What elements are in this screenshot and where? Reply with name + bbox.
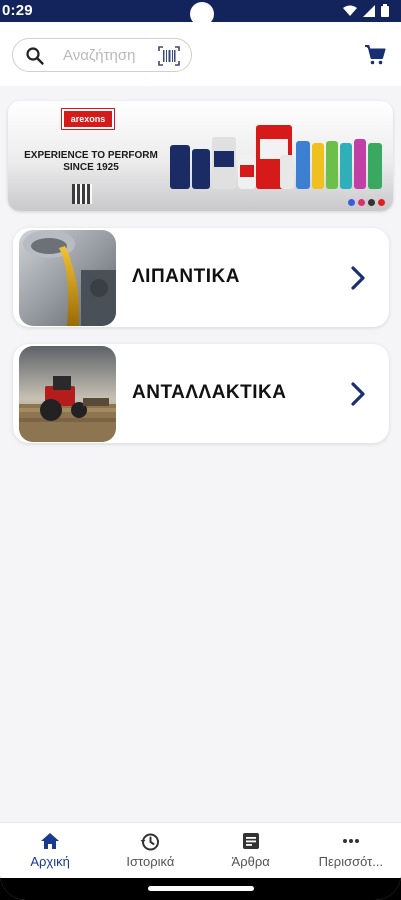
nav-history[interactable]: Ιστορικά	[100, 823, 200, 878]
banner-tagline-line1: EXPERIENCE TO PERFORM	[24, 150, 158, 161]
youtube-icon	[378, 199, 385, 206]
spare-parts-thumbnail	[19, 346, 116, 442]
gesture-handle[interactable]	[148, 886, 254, 891]
barcode-scan-icon[interactable]	[157, 45, 181, 72]
nav-home[interactable]: Αρχική	[0, 823, 100, 878]
banner-tagline: EXPERIENCE TO PERFORM SINCE 1925	[21, 150, 161, 174]
status-icons	[343, 4, 389, 17]
top-bar: Αναζήτηση	[0, 22, 401, 86]
instagram-icon	[358, 199, 365, 206]
category-title-spare-parts: ΑΝΤΑΛΛΑΚΤΙΚΑ	[132, 382, 287, 403]
cart-icon[interactable]	[364, 44, 386, 71]
category-card-spare-parts[interactable]: ΑΝΤΑΛΛΑΚΤΙΚΑ	[13, 344, 389, 443]
nav-history-label: Ιστορικά	[126, 854, 175, 869]
qr-code	[72, 184, 92, 204]
social-icons	[348, 199, 385, 206]
tiktok-icon	[368, 199, 375, 206]
app-screen: 0:29 Αναζήτηση arexons EXPERIENCE TO PER…	[0, 0, 401, 900]
nav-more-label: Περισσότ...	[318, 854, 384, 869]
bottom-navigation: Αρχική Ιστορικά Άρθρα Περισσότ...	[0, 822, 401, 878]
promo-banner[interactable]: arexons EXPERIENCE TO PERFORM SINCE 1925	[8, 101, 393, 211]
chevron-right-icon[interactable]	[350, 382, 366, 411]
battery-icon	[381, 4, 389, 17]
more-icon	[342, 832, 360, 855]
lubricants-thumbnail	[19, 230, 116, 326]
banner-tagline-line2: SINCE 1925	[63, 162, 119, 173]
search-input[interactable]: Αναζήτηση	[63, 47, 135, 64]
product-lineup-image	[170, 125, 382, 189]
home-icon	[40, 832, 60, 855]
category-title-lubricants: ΛΙΠΑΝΤΙΚΑ	[132, 266, 240, 287]
articles-icon	[242, 832, 260, 855]
brand-logo: arexons	[61, 108, 115, 130]
category-card-lubricants[interactable]: ΛΙΠΑΝΤΙΚΑ	[13, 228, 389, 327]
nav-articles-label: Άρθρα	[231, 854, 270, 869]
wifi-icon	[343, 5, 357, 16]
status-time: 0:29	[2, 2, 33, 19]
search-bar[interactable]: Αναζήτηση	[12, 38, 192, 72]
chevron-right-icon[interactable]	[350, 266, 366, 295]
search-icon[interactable]	[25, 46, 45, 71]
nav-articles[interactable]: Άρθρα	[201, 823, 301, 878]
facebook-icon	[348, 199, 355, 206]
nav-home-label: Αρχική	[30, 854, 70, 869]
signal-icon	[363, 4, 375, 17]
nav-more[interactable]: Περισσότ...	[301, 823, 401, 878]
status-bar: 0:29	[0, 0, 401, 26]
